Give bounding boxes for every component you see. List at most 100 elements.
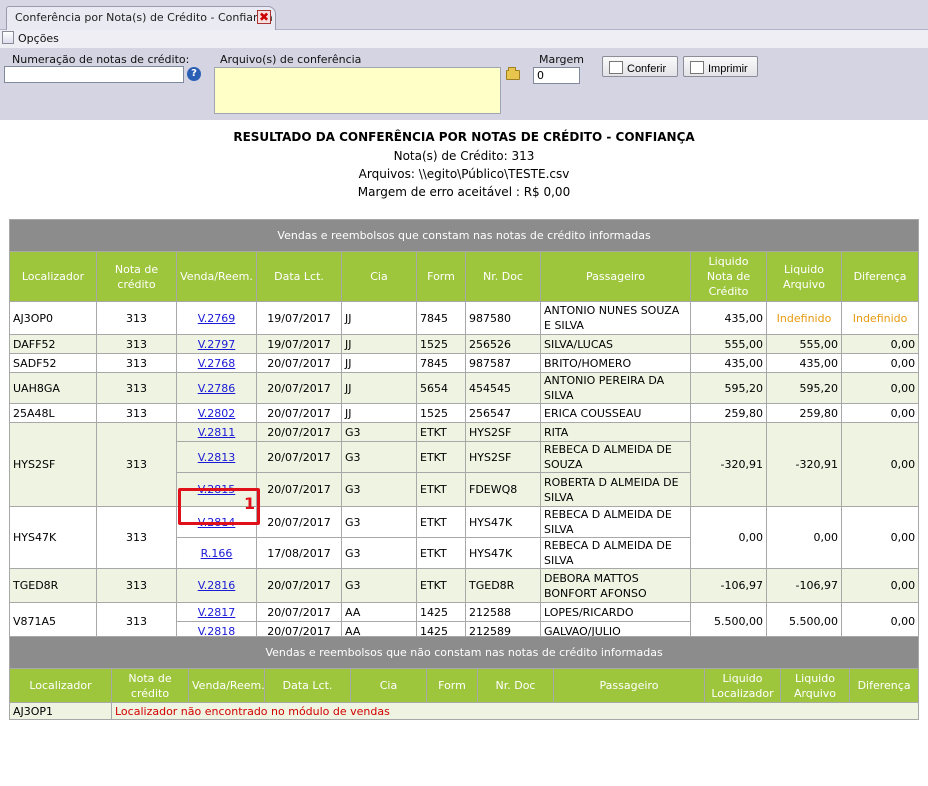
cell-form: ETKT bbox=[416, 506, 466, 538]
cell-liq-nota: 0,00 bbox=[690, 506, 767, 569]
cell-data: 20/07/2017 bbox=[256, 602, 342, 622]
cell-venda: V.2817 bbox=[176, 602, 257, 622]
cell-passageiro: ANTONIO NUNES SOUZA E SILVA bbox=[540, 301, 691, 335]
cell-localizador: AJ3OP0 bbox=[9, 301, 97, 335]
close-icon[interactable]: ✖ bbox=[257, 10, 271, 24]
column-header: Venda/Reem. bbox=[176, 251, 257, 302]
cell-form: ETKT bbox=[416, 472, 466, 507]
folder-icon[interactable] bbox=[506, 67, 520, 80]
cell-localizador: UAH8GA bbox=[9, 372, 97, 404]
venda-link[interactable]: V.2811 bbox=[198, 426, 236, 439]
cell-data: 20/07/2017 bbox=[256, 472, 342, 507]
column-header: Form bbox=[416, 251, 466, 302]
cell-doc: HYS2SF bbox=[465, 422, 541, 442]
cell-form: ETKT bbox=[416, 441, 466, 473]
cell-liq-nota: 595,20 bbox=[690, 372, 767, 404]
cell-passageiro: RITA bbox=[540, 422, 691, 442]
column-header: Form bbox=[426, 668, 478, 703]
cell-form: 5654 bbox=[416, 372, 466, 404]
cell-venda: V.2802 bbox=[176, 403, 257, 423]
cell-passageiro: REBECA D ALMEIDA DE SOUZA bbox=[540, 441, 691, 473]
cell-liq-nota: 435,00 bbox=[690, 301, 767, 335]
cell-liq-arquivo: 435,00 bbox=[766, 353, 842, 373]
cell-passageiro: ANTONIO PEREIRA DA SILVA bbox=[540, 372, 691, 404]
cell-localizador: SADF52 bbox=[9, 353, 97, 373]
cell-doc: HYS47K bbox=[465, 506, 541, 538]
column-header: Cia bbox=[341, 251, 417, 302]
column-header: Venda/Reem. bbox=[188, 668, 265, 703]
cell-doc: HYS2SF bbox=[465, 441, 541, 473]
cell-nota: 313 bbox=[96, 334, 177, 354]
cell-form: 1425 bbox=[416, 602, 466, 622]
cell-venda: V.2786 bbox=[176, 372, 257, 404]
files-textarea[interactable] bbox=[214, 67, 501, 114]
cell-localizador: HYS47K bbox=[9, 506, 97, 569]
table-row: HYS2SF 313 V.2811 20/07/2017 G3 ETKT HYS2SF RIT… bbox=[9, 422, 920, 507]
cell-doc: 256526 bbox=[465, 334, 541, 354]
check-icon bbox=[609, 61, 623, 74]
report-files: Arquivos: \\egito\Público\TESTE.csv bbox=[358, 167, 570, 181]
cell-venda: R.166 bbox=[176, 537, 257, 569]
column-header: Diferença bbox=[840, 251, 920, 302]
cell-nota: 313 bbox=[96, 602, 177, 641]
cell-data: 20/07/2017 bbox=[256, 568, 342, 603]
cell-data: 19/07/2017 bbox=[256, 334, 342, 354]
cell-cia: JJ bbox=[341, 353, 417, 373]
imprimir-label: Imprimir bbox=[708, 63, 748, 75]
cell-cia: JJ bbox=[341, 372, 417, 404]
cell-data: 20/07/2017 bbox=[256, 506, 342, 538]
cell-localizador: HYS2SF bbox=[9, 422, 97, 507]
cell-data: 20/07/2017 bbox=[256, 403, 342, 423]
cell-passageiro: SILVA/LUCAS bbox=[540, 334, 691, 354]
help-icon[interactable]: ? bbox=[187, 67, 201, 81]
cell-doc: 987587 bbox=[465, 353, 541, 373]
cell-nota: 313 bbox=[96, 568, 177, 603]
venda-link[interactable]: V.2768 bbox=[198, 357, 236, 370]
cell-passageiro: LOPES/RICARDO bbox=[540, 602, 691, 622]
cell-form: 1525 bbox=[416, 334, 466, 354]
matched-table: Vendas e reembolsos que constam nas nota… bbox=[8, 219, 920, 641]
venda-link[interactable]: V.2817 bbox=[198, 606, 236, 619]
venda-link[interactable]: V.2786 bbox=[198, 382, 236, 395]
venda-link[interactable]: R.166 bbox=[201, 547, 233, 560]
files-label: Arquivo(s) de conferência bbox=[220, 53, 362, 66]
cell-passageiro: ROBERTA D ALMEIDA DE SILVA bbox=[540, 472, 691, 507]
venda-link[interactable]: V.2802 bbox=[198, 407, 236, 420]
cell-localizador: TGED8R bbox=[9, 568, 97, 603]
venda-link[interactable]: V.2769 bbox=[198, 312, 236, 325]
cell-liq-nota: 555,00 bbox=[690, 334, 767, 354]
imprimir-button[interactable]: Imprimir bbox=[683, 56, 758, 77]
table-row: 25A48L 313 V.2802 20/07/2017 JJ 1525 256547 ERI… bbox=[9, 403, 920, 423]
cell-venda: V.2813 bbox=[176, 441, 257, 473]
credit-notes-input[interactable] bbox=[4, 66, 184, 83]
conferir-label: Conferir bbox=[627, 63, 667, 75]
tab-conferencia[interactable]: Conferência por Nota(s) de Crédito - Con… bbox=[6, 6, 276, 31]
table-row: TGED8R 313 V.2816 20/07/2017 G3 ETKT TGED8R DEB… bbox=[9, 568, 920, 603]
tab-bar: Conferência por Nota(s) de Crédito - Con… bbox=[0, 0, 928, 31]
cell-liq-arquivo: 555,00 bbox=[766, 334, 842, 354]
cell-data: 20/07/2017 bbox=[256, 372, 342, 404]
cell-doc: 987580 bbox=[465, 301, 541, 335]
column-header: Liquido Arquivo bbox=[780, 668, 850, 703]
column-header: Data Lct. bbox=[256, 251, 342, 302]
report-notes: Nota(s) de Crédito: 313 bbox=[393, 149, 535, 163]
conferir-button[interactable]: Conferir bbox=[602, 56, 678, 77]
column-header: Nr. Doc bbox=[477, 668, 554, 703]
column-header: Nota de crédito bbox=[96, 251, 177, 302]
unmatched-table: Vendas e reembolsos que não constam nas … bbox=[8, 636, 920, 720]
venda-link[interactable]: V.2816 bbox=[198, 579, 236, 592]
margin-input[interactable] bbox=[533, 67, 580, 84]
cell-form: ETKT bbox=[416, 568, 466, 603]
cell-cia: G3 bbox=[341, 441, 417, 473]
cell-doc: 256547 bbox=[465, 403, 541, 423]
venda-link[interactable]: V.2813 bbox=[198, 451, 236, 464]
cell-form: ETKT bbox=[416, 537, 466, 569]
menu-options[interactable]: Opções bbox=[2, 31, 59, 45]
venda-link[interactable]: V.2797 bbox=[198, 338, 236, 351]
cell-form: 7845 bbox=[416, 353, 466, 373]
cell-cia: JJ bbox=[341, 403, 417, 423]
cell-diferenca: 0,00 bbox=[840, 602, 920, 641]
cell-liq-arquivo: 5.500,00 bbox=[766, 602, 842, 641]
cell-form: ETKT bbox=[416, 422, 466, 442]
column-header: Passageiro bbox=[553, 668, 705, 703]
